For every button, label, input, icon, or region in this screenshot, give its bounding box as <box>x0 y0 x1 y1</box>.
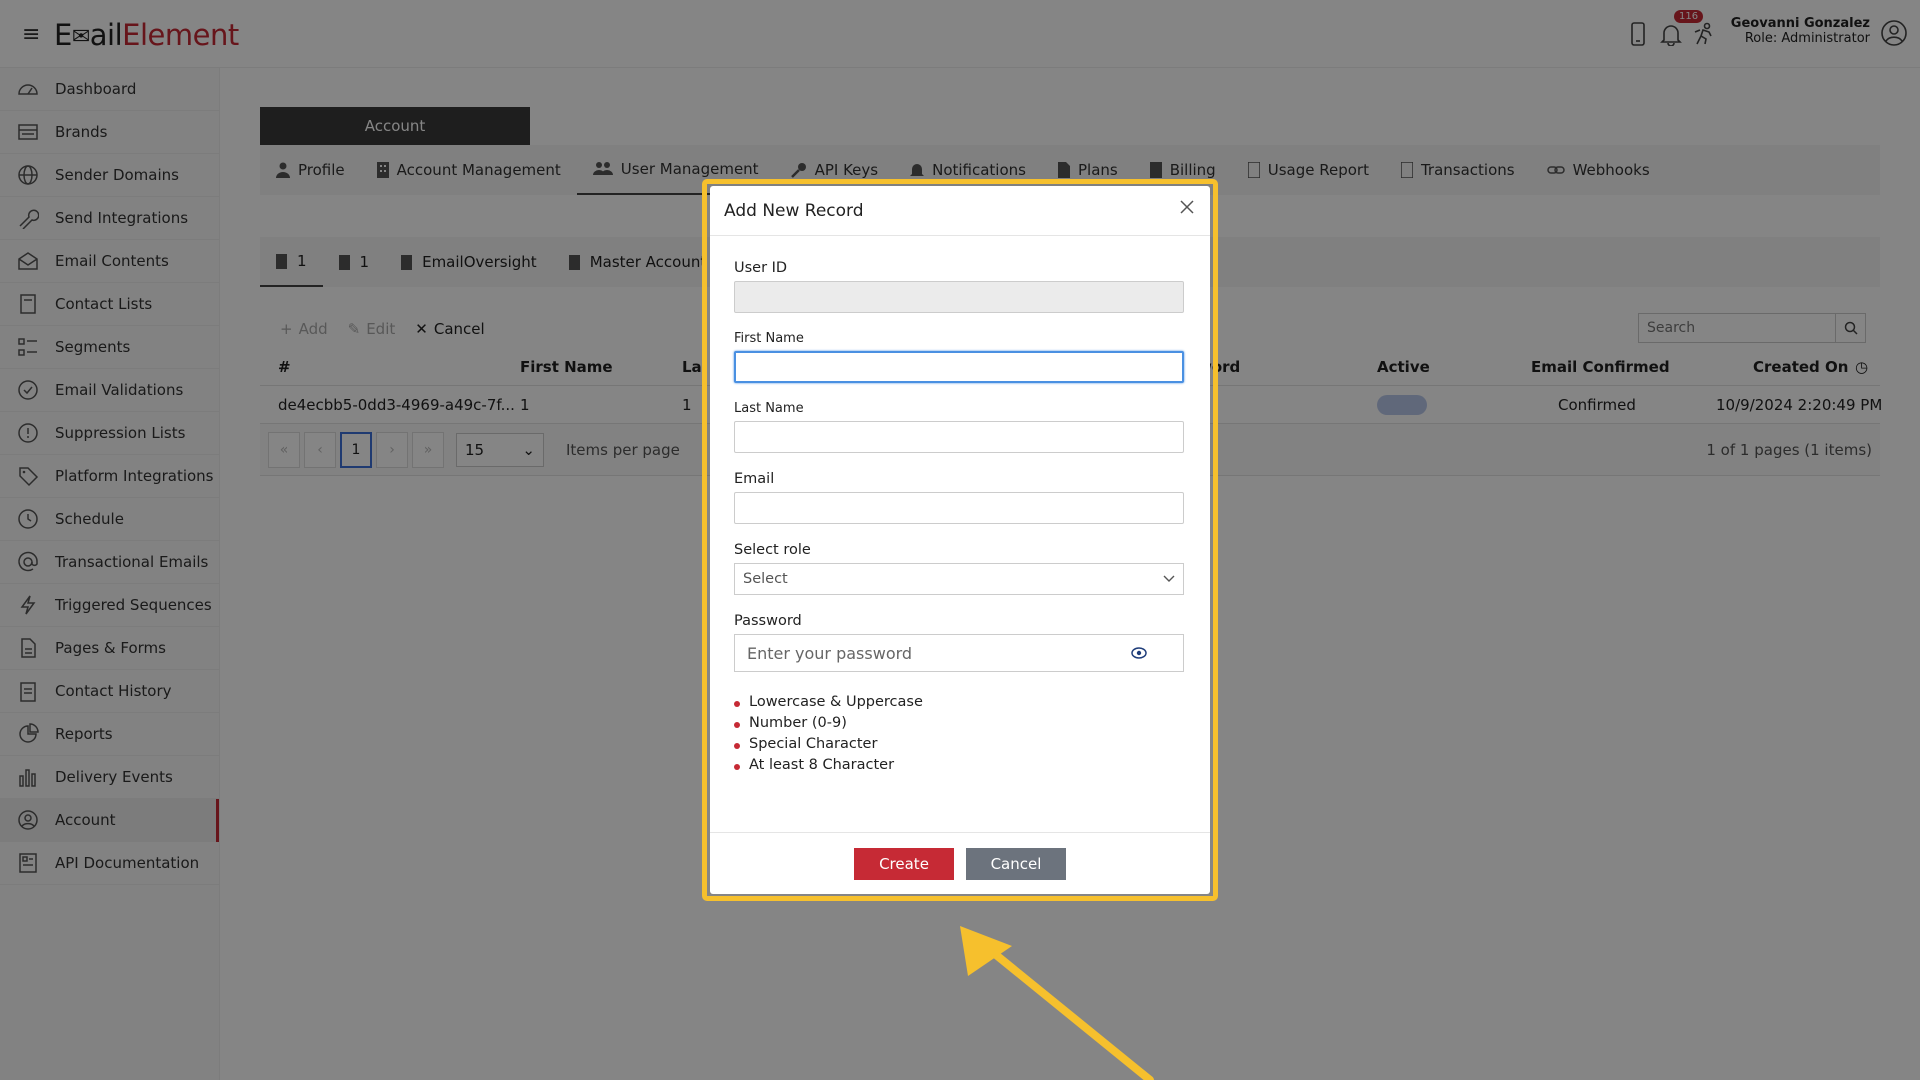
first-name-field[interactable] <box>734 351 1184 383</box>
password-rules: Lowercase & Uppercase Number (0-9) Speci… <box>734 692 1186 776</box>
rule-text: At least 8 Character <box>749 757 895 773</box>
dialog-body: User ID First Name Last Name Email Selec… <box>710 260 1210 776</box>
password-placeholder: Enter your password <box>747 643 913 663</box>
dialog-footer: Create Cancel <box>710 832 1210 894</box>
add-record-dialog: Add New Record User ID First Name Last N… <box>710 186 1210 894</box>
last-name-field[interactable] <box>734 421 1184 453</box>
rule-text: Number (0-9) <box>749 715 847 731</box>
password-rule: At least 8 Character <box>734 755 1186 776</box>
pointer-arrow-icon <box>960 926 1154 1080</box>
rule-dot <box>734 701 740 707</box>
password-rule: Special Character <box>734 734 1186 755</box>
rule-dot <box>734 722 740 728</box>
password-label: Password <box>734 613 802 629</box>
close-icon[interactable] <box>1180 200 1194 218</box>
password-rule: Number (0-9) <box>734 713 1186 734</box>
cancel-button[interactable]: Cancel <box>966 847 1066 880</box>
dialog-title: Add New Record <box>724 200 864 221</box>
rule-dot <box>734 764 740 770</box>
user-id-field <box>734 281 1184 313</box>
first-name-label: First Name <box>734 331 804 346</box>
rule-dot <box>734 743 740 749</box>
password-rule: Lowercase & Uppercase <box>734 692 1186 713</box>
role-label: Select role <box>734 542 811 558</box>
eye-icon[interactable] <box>1131 644 1147 663</box>
role-select-value: Select <box>743 571 788 587</box>
dialog-header: Add New Record <box>710 186 1210 236</box>
email-field[interactable] <box>734 492 1184 524</box>
last-name-label: Last Name <box>734 401 804 416</box>
chevron-down-icon <box>1163 571 1175 587</box>
password-field[interactable]: Enter your password <box>734 634 1184 672</box>
rule-text: Special Character <box>749 736 878 752</box>
user-id-label: User ID <box>734 260 788 276</box>
rule-text: Lowercase & Uppercase <box>749 694 923 710</box>
email-label: Email <box>734 471 775 487</box>
role-select[interactable]: Select <box>734 563 1184 595</box>
create-button[interactable]: Create <box>854 847 954 880</box>
